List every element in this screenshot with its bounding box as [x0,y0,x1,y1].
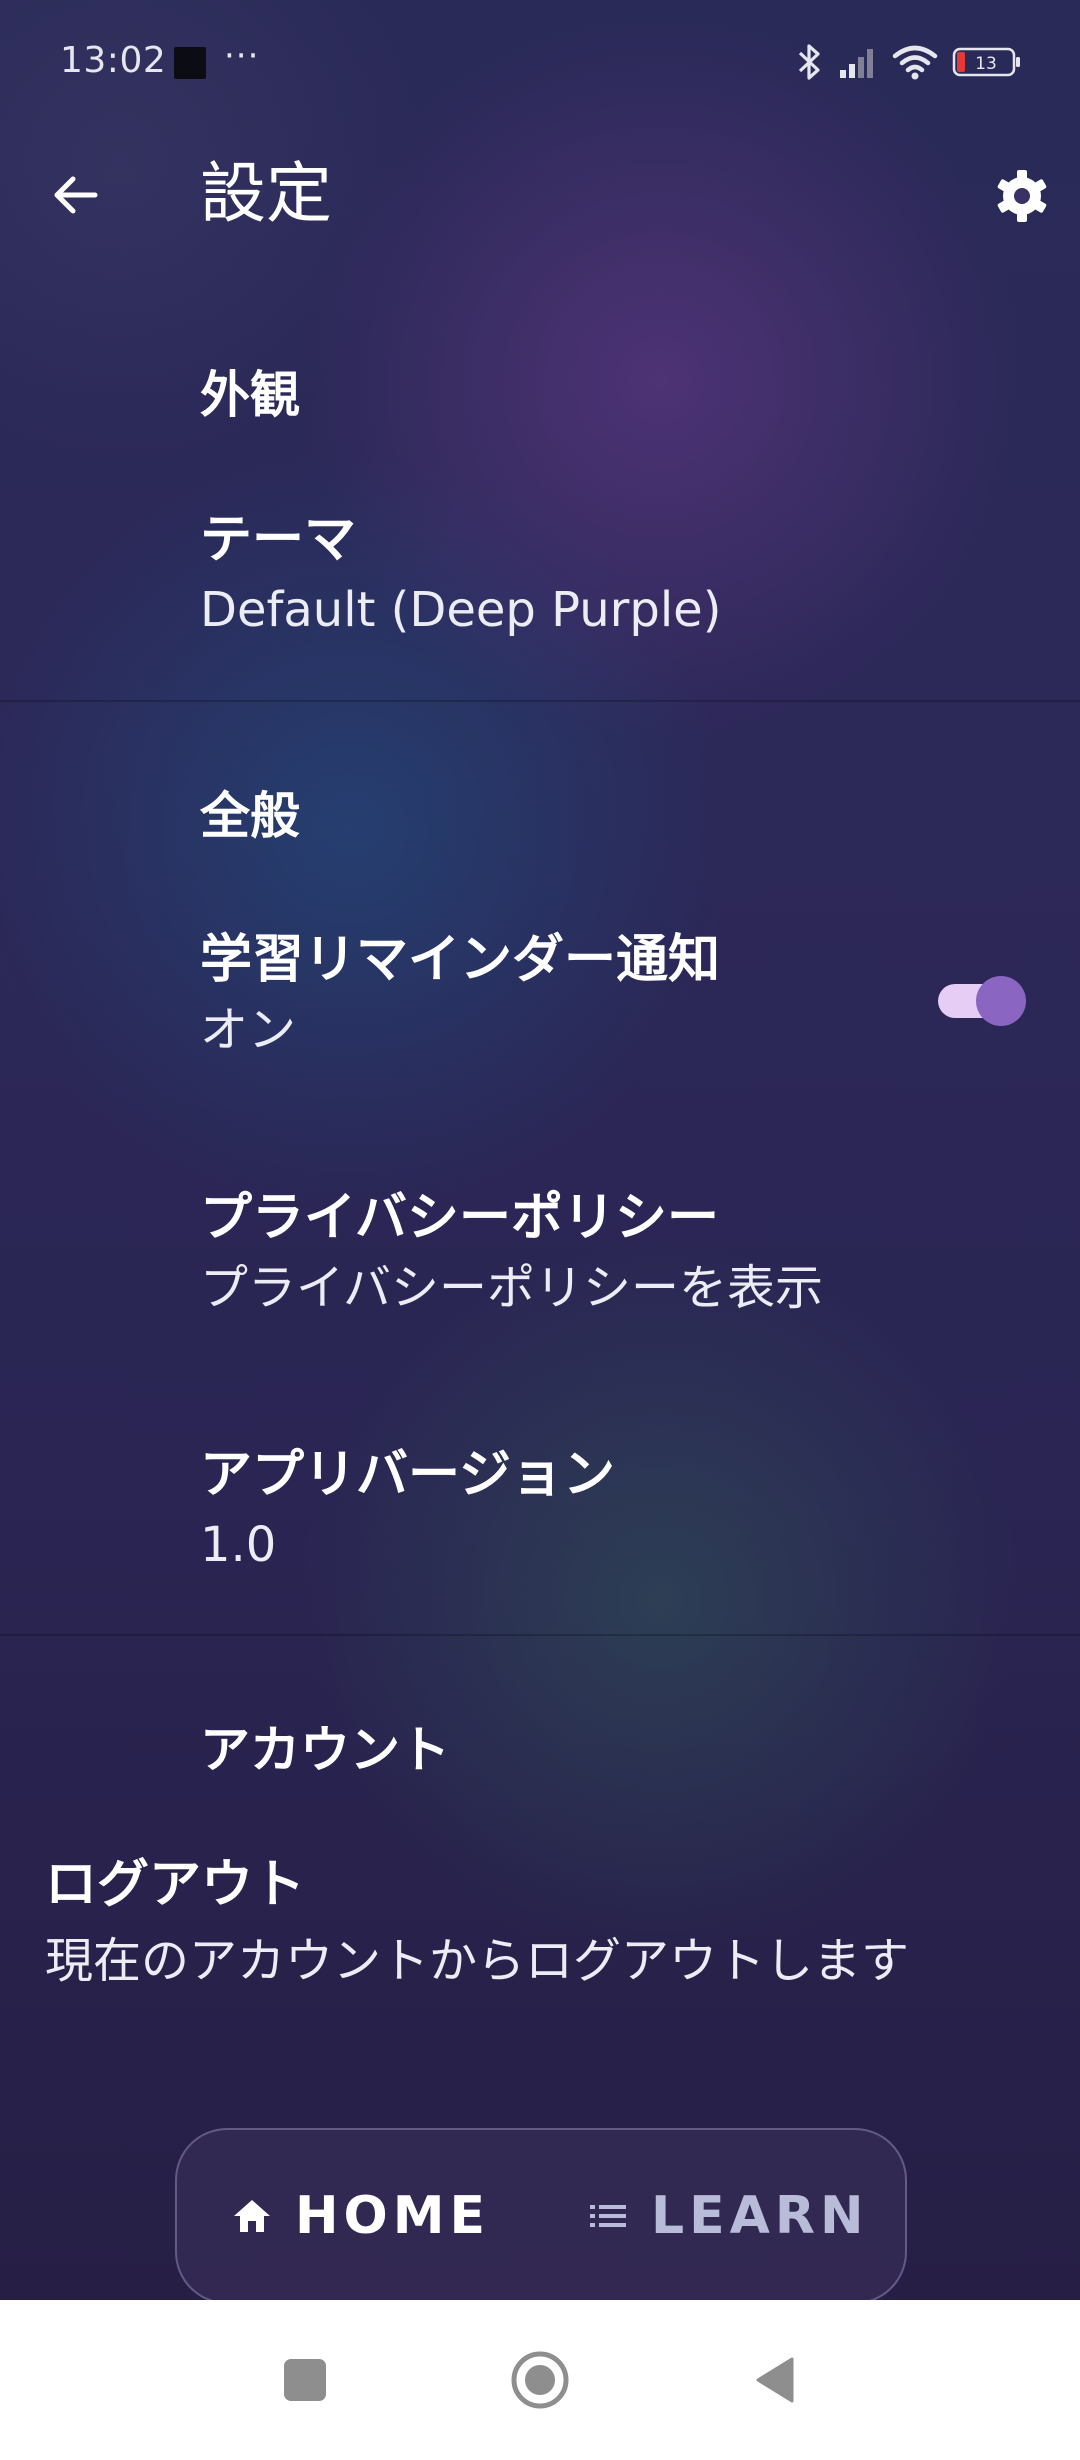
logout-title: ログアウト [45,1855,306,1915]
reminder-value: オン [200,1002,297,1058]
wifi-icon [892,45,938,80]
reminder-title: 学習リマインダー通知 [200,930,721,990]
setting-item-version[interactable]: アプリバージョン 1.0 [200,1440,1020,1580]
home-circle-icon [511,2351,569,2409]
divider [0,700,1080,702]
status-icons: 13 [796,40,1022,84]
signal-icon [840,49,873,78]
section-heading-general: 全般 [200,787,300,845]
reminder-toggle[interactable] [938,974,1028,1026]
home-icon [234,2200,270,2232]
setting-item-privacy[interactable]: プライバシーポリシー プライバシーポリシーを表示 [200,1183,1020,1323]
theme-title: テーマ [200,510,357,570]
notification-square-icon [174,47,206,79]
arrow-left-icon [54,176,98,214]
nav-learn-label: LEARN [651,2186,869,2246]
nav-learn-button[interactable]: LEARN [587,2130,868,2302]
battery-level: 13 [975,54,997,74]
back-triangle-icon [756,2357,794,2403]
logout-item[interactable]: ログアウト 現在のアカウントからログアウトします [45,1850,1035,2002]
back-system-button[interactable] [735,2340,815,2420]
more-notifications-icon: ··· [224,36,260,76]
section-heading-appearance: 外観 [200,366,300,424]
page-title: 設定 [200,155,332,232]
battery-icon: 13 [952,47,1020,77]
logout-subtitle: 現在のアカウントからログアウトします [45,1933,910,1989]
version-title: アプリバージョン [200,1445,615,1505]
recents-square-icon [284,2359,326,2401]
bluetooth-icon [798,44,820,80]
recents-button[interactable] [265,2340,345,2420]
system-nav-bar [0,2300,1080,2460]
theme-value: Default (Deep Purple) [200,582,722,638]
status-bar: 13:02 ··· 13 [0,0,1080,130]
gear-icon [997,170,1047,222]
settings-button[interactable] [986,160,1058,232]
top-app-bar: 設定 [0,130,1080,260]
bottom-navigation: HOME LEARN [175,2128,907,2304]
back-button[interactable] [40,160,110,230]
version-value: 1.0 [200,1517,277,1573]
setting-item-reminder[interactable]: 学習リマインダー通知 オン [200,925,1020,1065]
setting-item-theme[interactable]: テーマ Default (Deep Purple) [200,505,1020,645]
privacy-subtitle: プライバシーポリシーを表示 [200,1260,824,1316]
divider [0,1634,1080,1636]
list-icon [590,2205,626,2227]
toggle-thumb [976,976,1026,1026]
privacy-title: プライバシーポリシー [200,1188,719,1248]
home-system-button[interactable] [500,2340,580,2420]
nav-home-button[interactable]: HOME [231,2130,490,2302]
nav-home-label: HOME [295,2186,490,2246]
section-heading-account: アカウント [200,1721,450,1779]
status-time: 13:02 [60,40,167,81]
